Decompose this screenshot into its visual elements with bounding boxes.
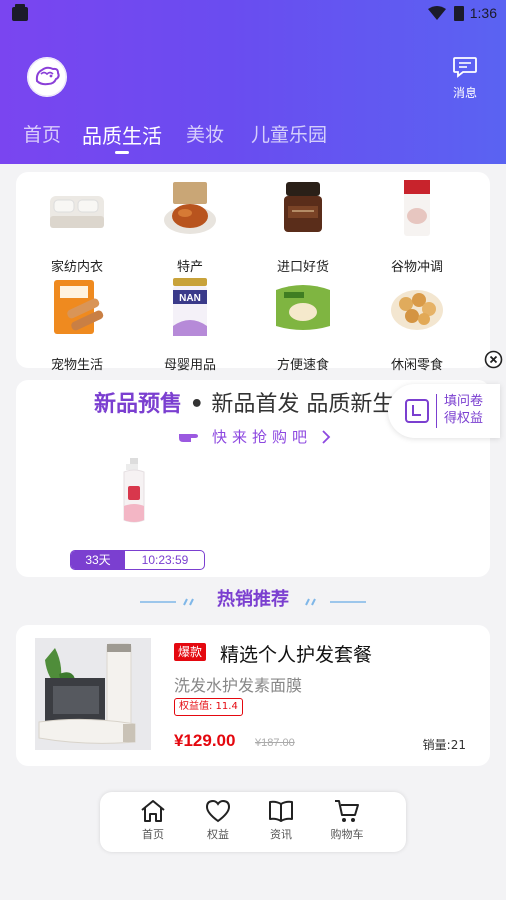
active-tab-indicator bbox=[115, 151, 129, 154]
message-button[interactable]: 消息 bbox=[450, 56, 480, 101]
rights-value-badge: 权益值: 11.4 bbox=[174, 698, 243, 716]
survey-text: 填问卷 得权益 bbox=[444, 393, 494, 427]
countdown-days: 33天 bbox=[71, 551, 125, 569]
home-icon bbox=[141, 800, 165, 822]
survey-divider bbox=[436, 394, 437, 428]
category-maternal-baby[interactable]: NAN 母婴用品 bbox=[140, 276, 240, 373]
pointing-hand-icon bbox=[179, 434, 198, 442]
promo-title-separator: • bbox=[189, 392, 204, 417]
app-logo[interactable] bbox=[27, 57, 67, 97]
chevron-right-icon bbox=[322, 430, 331, 444]
nav-home[interactable]: 首页 bbox=[128, 798, 178, 842]
hot-section-header: 热销推荐 bbox=[0, 585, 506, 615]
promo-title-bold: 新品预售 bbox=[94, 392, 183, 417]
category-label: 休闲零食 bbox=[390, 358, 443, 373]
promo-subtitle: 快来抢购吧 bbox=[212, 428, 313, 446]
countdown-timer: 33天 10:23:59 bbox=[70, 550, 205, 570]
survey-line2: 得权益 bbox=[444, 411, 484, 426]
original-price: ¥187.00 bbox=[255, 737, 295, 749]
close-icon[interactable] bbox=[484, 350, 503, 369]
status-time: 1:36 bbox=[469, 5, 497, 21]
category-label: 进口好货 bbox=[276, 260, 329, 275]
category-label: 谷物冲调 bbox=[390, 260, 443, 275]
cereal-bag-image bbox=[404, 180, 430, 236]
survey-button[interactable]: 填问卷 得权益 bbox=[388, 384, 500, 438]
nav-label: 购物车 bbox=[330, 828, 364, 841]
wifi-icon bbox=[428, 6, 446, 20]
product-subtitle: 洗发水护发素面膜 bbox=[174, 676, 303, 695]
countdown-time: 10:23:59 bbox=[141, 553, 189, 567]
category-label: 家纺内衣 bbox=[50, 260, 103, 275]
nav-cart[interactable]: 购物车 bbox=[322, 798, 372, 842]
status-bar: 1:36 bbox=[0, 0, 506, 28]
promo-title: 新品预售 • 新品首发 品质新生 bbox=[94, 386, 394, 418]
hot-deco-right bbox=[305, 598, 366, 606]
product-price: ¥129.00 bbox=[174, 731, 236, 750]
pet-treat-image bbox=[54, 280, 104, 334]
tab-kids[interactable]: 儿童乐园 bbox=[251, 120, 327, 147]
hot-deco-left bbox=[140, 598, 194, 606]
bedding-image bbox=[50, 196, 104, 228]
category-cereal[interactable]: 谷物冲调 bbox=[367, 178, 467, 275]
heart-icon bbox=[205, 799, 231, 823]
category-label: 特产 bbox=[176, 260, 203, 275]
survey-doc-icon bbox=[405, 399, 429, 423]
promo-title-rest: 新品首发 品质新生 bbox=[211, 392, 395, 417]
product-title: 精选个人护发套餐 bbox=[220, 644, 373, 666]
tab-home[interactable]: 首页 bbox=[23, 120, 61, 147]
roast-chicken-image bbox=[164, 182, 216, 234]
category-imported[interactable]: 进口好货 bbox=[253, 178, 353, 275]
nav-label: 资讯 bbox=[270, 828, 292, 841]
category-label: 方便速食 bbox=[276, 358, 329, 373]
bottom-navigation: 首页 权益 资讯 购物车 bbox=[100, 792, 406, 852]
category-pet[interactable]: 宠物生活 bbox=[27, 276, 127, 373]
cart-icon bbox=[335, 800, 359, 822]
app-header: 1:36 消息 首页 品质生活 美妆 儿童乐园 bbox=[0, 0, 506, 164]
category-specialty[interactable]: 特产 bbox=[140, 178, 240, 275]
category-label: 母婴用品 bbox=[163, 358, 216, 373]
shampoo-bottle-image bbox=[123, 458, 145, 523]
chat-bubble-icon bbox=[453, 57, 477, 78]
survey-line1: 填问卷 bbox=[444, 394, 484, 409]
tab-beauty[interactable]: 美妆 bbox=[186, 120, 224, 147]
nav-rights[interactable]: 权益 bbox=[193, 798, 243, 842]
svg-text:NAN: NAN bbox=[179, 293, 201, 304]
cosmetic-jar-image bbox=[284, 182, 322, 232]
nav-label: 权益 bbox=[207, 828, 229, 841]
book-icon bbox=[269, 800, 293, 822]
category-bedding[interactable]: 家纺内衣 bbox=[27, 178, 127, 275]
sales-count: 销量:21 bbox=[422, 738, 466, 752]
nav-news[interactable]: 资讯 bbox=[256, 798, 306, 842]
milk-powder-image: NAN bbox=[173, 278, 207, 336]
hot-badge: 爆款 bbox=[174, 643, 207, 661]
product-card[interactable]: 爆款 精选个人护发套餐 洗发水护发素面膜 权益值: 11.4 ¥129.00 ¥… bbox=[16, 625, 490, 766]
instant-noodle-image bbox=[276, 285, 330, 330]
hot-section-title: 热销推荐 bbox=[217, 589, 289, 610]
tab-quality-life[interactable]: 品质生活 bbox=[82, 120, 162, 149]
category-instant-food[interactable]: 方便速食 bbox=[253, 276, 353, 373]
battery-icon bbox=[454, 6, 464, 21]
category-grid: 家纺内衣 特产 进口好货 谷物冲调 宠物生活 NAN 母婴用品 方便速食 休闲零… bbox=[16, 172, 490, 373]
sheep-logo-icon bbox=[27, 57, 67, 97]
category-label: 宠物生活 bbox=[50, 358, 103, 373]
hair-care-set-image bbox=[35, 638, 151, 750]
snack-image bbox=[391, 290, 443, 330]
nav-label: 首页 bbox=[142, 828, 164, 841]
notification-icon bbox=[12, 4, 28, 21]
message-label: 消息 bbox=[452, 86, 477, 100]
category-snacks[interactable]: 休闲零食 bbox=[367, 276, 467, 373]
